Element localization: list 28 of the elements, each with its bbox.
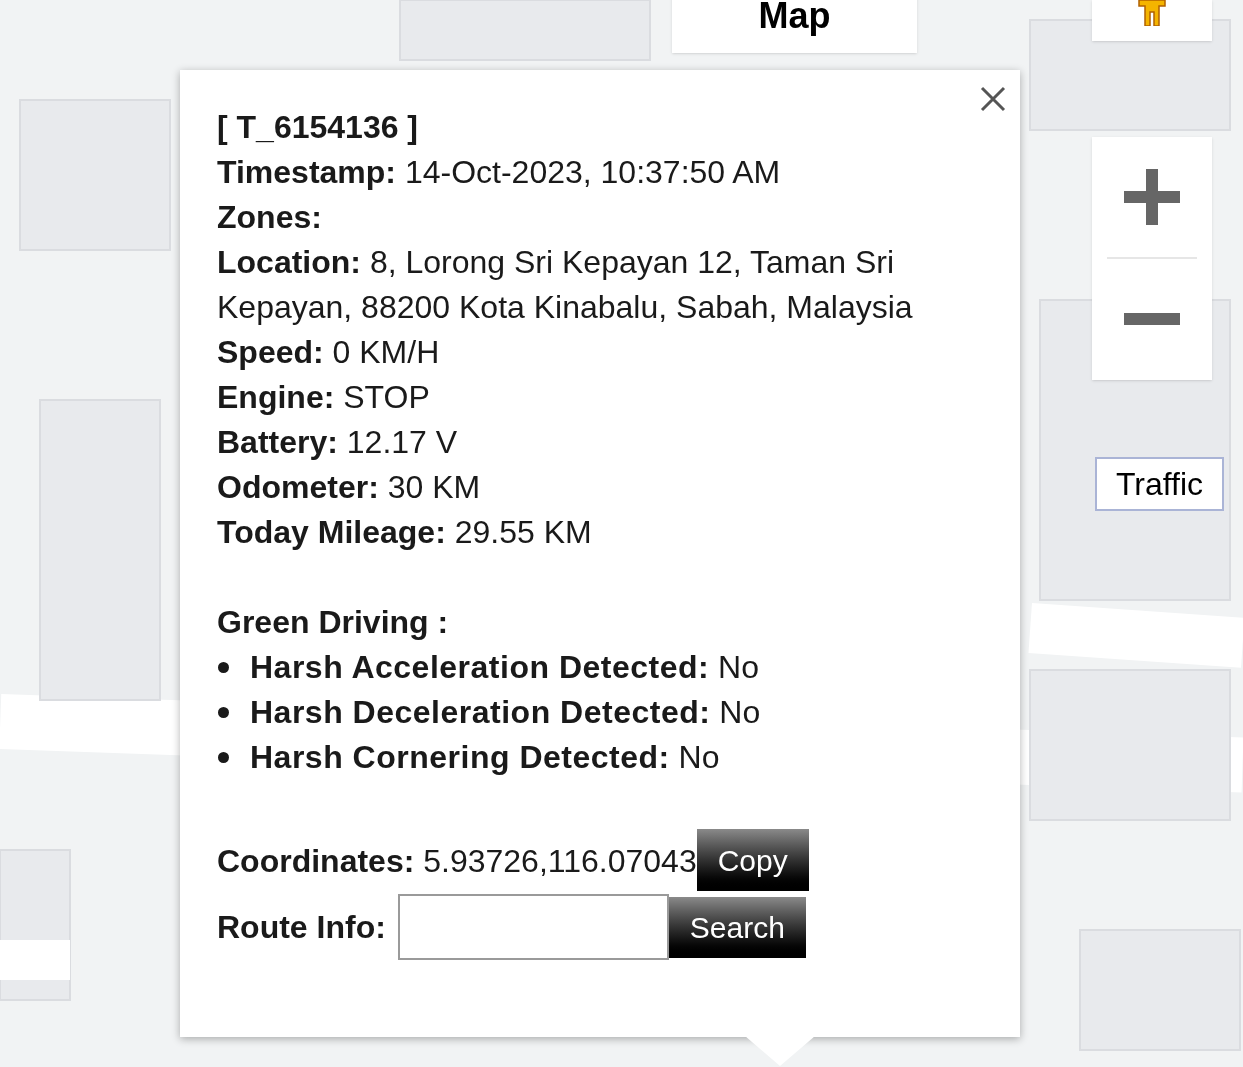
info-line: Harsh Cornering Detected: No [250,738,720,777]
coordinates-line: Coordinates: 5.93726,116.07043 [217,841,697,881]
info-line: Harsh Acceleration Detected: No [250,648,759,687]
info-line: Odometer: 30 KM [217,468,482,507]
pegman-icon [1135,0,1169,26]
bullet-icon [218,752,229,763]
info-line: Zones: [217,198,323,237]
route-info-label: Route Info: [217,907,386,947]
plus-icon [1124,169,1180,225]
device-id: [ T_6154136 ] [217,108,419,147]
pegman-button[interactable] [1092,0,1212,41]
info-line: Engine: STOP [217,378,431,417]
map-type-button[interactable]: Map [672,0,917,53]
bullet-icon [218,707,229,718]
search-button[interactable]: Search [668,896,806,958]
bullet-icon [218,662,229,673]
copy-button[interactable]: Copy [696,829,809,891]
info-line: Location: 8, Lorong Sri Kepayan 12, Taman Sri Kepayan, 88200 Kota Kinabalu, Sabah, Malaysia [217,243,914,327]
traffic-button[interactable]: Traffic [1095,457,1224,511]
info-line: Timestamp: 14-Oct-2023, 10:37:50 AM [217,153,782,192]
info-line: Harsh Deceleration Detected: No [250,693,761,732]
section-heading: Green Driving : [217,603,450,642]
info-line: Today Mileage: 29.55 KM [217,513,593,552]
minus-icon [1124,313,1180,325]
close-icon [980,86,1006,112]
info-line: Battery: 12.17 V [217,423,459,462]
info-line: Speed: 0 KM/H [217,333,441,372]
route-input-field[interactable] [397,894,669,960]
